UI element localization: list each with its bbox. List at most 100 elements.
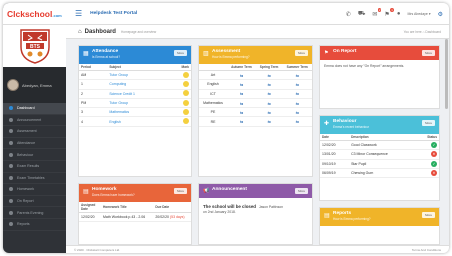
table-row[interactable]: 12/02/20 Math Workbook p.43 - 2.06 20/02… [79, 212, 191, 223]
subject-link[interactable]: Mathematics [107, 107, 168, 118]
subject-cell: PE [199, 107, 228, 118]
table-row[interactable]: 4 English [79, 116, 191, 127]
period-cell: 2 [79, 89, 108, 99]
subject-link[interactable]: Science Credit 1 [107, 89, 168, 99]
sidebar-item-attendance[interactable]: Attendance [3, 138, 66, 150]
homework-title: Homework [92, 187, 117, 192]
table-row[interactable]: PE ⇆ ⇆ ⇆ [199, 107, 312, 118]
subject-cell: English [199, 79, 228, 90]
sidebar-item-exam-results[interactable]: Exam Results [3, 161, 66, 173]
sidebar-item-label: Exam Results [17, 164, 40, 169]
arrows-icon: ⇆ [282, 107, 312, 118]
announcement-panel: 📢 Announcement More The school will be c… [198, 183, 313, 245]
breadcrumb[interactable]: You are here ⌂ Dashboard [404, 30, 441, 34]
sidebar-item-behaviour[interactable]: Behaviour [3, 149, 66, 161]
cross-icon: ✕ [431, 170, 437, 177]
column-header: Due Date [153, 202, 191, 213]
user-menu[interactable]: Mrs Abedaye ▾ [407, 12, 430, 16]
sidebar-item-label: Dashboard [17, 106, 35, 111]
behaviour-more-button[interactable]: More [422, 120, 435, 126]
table-row[interactable]: 09/10/19 Star Pupil ✓ [320, 159, 439, 169]
mark-pending-icon [183, 80, 189, 87]
phone-icon[interactable]: ✆ [346, 11, 351, 18]
mark-cell [167, 107, 191, 118]
sidebar-item-label: On Report [17, 199, 34, 204]
arrows-icon: ⇆ [282, 79, 312, 90]
table-row[interactable]: RE ⇆ ⇆ ⇆ [199, 116, 312, 127]
gear-icon[interactable]: ⚙ [438, 11, 443, 18]
assessment-more-button[interactable]: More [295, 50, 308, 56]
homework-more-button[interactable]: More [174, 188, 187, 194]
cross-icon: ✕ [431, 151, 437, 158]
subject-link[interactable]: English [107, 116, 168, 127]
table-row[interactable]: 12/02/20 Good Classwork ✓ [320, 140, 439, 151]
page-title: Dashboard [84, 28, 116, 35]
arrows-icon: ⇆ [255, 107, 283, 118]
announcement-more-button[interactable]: More [295, 188, 308, 194]
sidebar-item-dashboard[interactable]: Dashboard [3, 103, 66, 115]
logo[interactable]: Clckschool.com [3, 3, 66, 25]
announcement-detail: on 2nd January 2018. [203, 210, 236, 214]
sidebar: Clckschool.com BTS Abedyan, Emma Dashboa… [3, 3, 66, 253]
subject-cell: Mathematics [199, 98, 228, 109]
alert-icon[interactable]: ⚑ 1 [384, 7, 394, 18]
announcement-header: 📢 Announcement More [199, 184, 312, 198]
footer-copyright: © 2020 · Clickstart Computers Ltd. [74, 247, 121, 252]
attendance-panel: ▦ Attendance Is Emma at school? More Per… [78, 45, 192, 177]
table-row[interactable]: Art ⇆ ⇆ ⇆ [199, 70, 312, 81]
reports-more-button[interactable]: More [422, 212, 435, 218]
attendance-more-button[interactable]: More [174, 50, 187, 56]
home-icon: ⌂ [78, 28, 82, 35]
table-row[interactable]: English ⇆ ⇆ ⇆ [199, 79, 312, 90]
table-row[interactable]: 1 Computing [79, 79, 191, 90]
table-row[interactable]: AM Tutor Group [79, 70, 191, 81]
onreport-more-button[interactable]: More [422, 50, 435, 56]
subject-cell: ICT [199, 89, 228, 99]
due-note: (53 days) [169, 215, 185, 220]
table-row[interactable]: 3 Mathematics [79, 107, 191, 118]
reports-title: Reports [333, 211, 352, 216]
sidebar-item-announcement[interactable]: Announcement [3, 115, 66, 127]
sidebar-item-on-report[interactable]: On Report [3, 196, 66, 208]
table-row[interactable]: Mathematics ⇆ ⇆ ⇆ [199, 98, 312, 109]
sidebar-item-exam-timetables[interactable]: Exam Timetables [3, 173, 66, 185]
table-row[interactable]: 06/09/19 Chewing Gum ✕ [320, 168, 439, 179]
mark-pending-icon [183, 71, 189, 78]
arrows-icon: ⇆ [282, 70, 312, 81]
table-row[interactable]: 13/01/20 C3 Minor Consequence ✕ [320, 149, 439, 160]
mark-cell [167, 79, 191, 90]
subject-link[interactable]: Tutor Group [107, 70, 168, 81]
onreport-text: Emma does not have any "On Report" arran… [324, 64, 405, 68]
mark-pending-icon [183, 99, 189, 106]
behaviour-description: C3 Minor Consequence [349, 149, 417, 160]
nav-bullet-icon [9, 152, 13, 157]
arrows-icon: ⇆ [227, 98, 256, 109]
onreport-header: ⚑ On Report More [320, 46, 439, 60]
sidebar-user[interactable]: Abedyan, Emma [3, 67, 66, 103]
logo-text: Clckschool.com [7, 8, 62, 19]
user-icon[interactable]: ● [397, 11, 401, 17]
sidebar-item-reports[interactable]: Reports [3, 219, 66, 231]
sidebar-item-label: Parents Evening [17, 210, 44, 215]
sidebar-item-assessment[interactable]: Assessment [3, 126, 66, 138]
cart-icon[interactable]: ⛟ [358, 10, 366, 18]
topbar: ☰ Helpdesk Test Portal ✆ ⛟ ✉ 2 ⚑ 1 ● Mrs A… [66, 3, 449, 25]
attendance-subtitle: Is Emma at school? [92, 55, 120, 59]
arrows-icon: ⇆ [255, 89, 283, 99]
sidebar-item-homework[interactable]: Homework [3, 184, 66, 196]
mail-icon[interactable]: ✉ 2 [372, 7, 382, 18]
sidebar-item-parents-evening[interactable]: Parents Evening [3, 207, 66, 219]
table-row[interactable]: ICT ⇆ ⇆ ⇆ [199, 89, 312, 99]
assessment-subtitle: How is Emma performing? [212, 55, 250, 59]
subject-link[interactable]: Tutor Group [107, 98, 168, 109]
table-row[interactable]: 2 Science Credit 1 [79, 89, 191, 99]
mark-pending-icon [183, 108, 189, 115]
terms-link[interactable]: Terms And Conditions [412, 248, 441, 252]
school-crest: BTS [3, 25, 66, 67]
table-row[interactable]: PM Tutor Group [79, 98, 191, 109]
menu-icon[interactable]: ☰ [75, 9, 82, 18]
assessment-table: Autumn Term Spring Term Summer Term Art ⇆… [199, 64, 312, 127]
behaviour-status: ✓ [416, 140, 439, 151]
scrollbar[interactable] [445, 39, 448, 109]
subject-link[interactable]: Computing [107, 79, 168, 90]
